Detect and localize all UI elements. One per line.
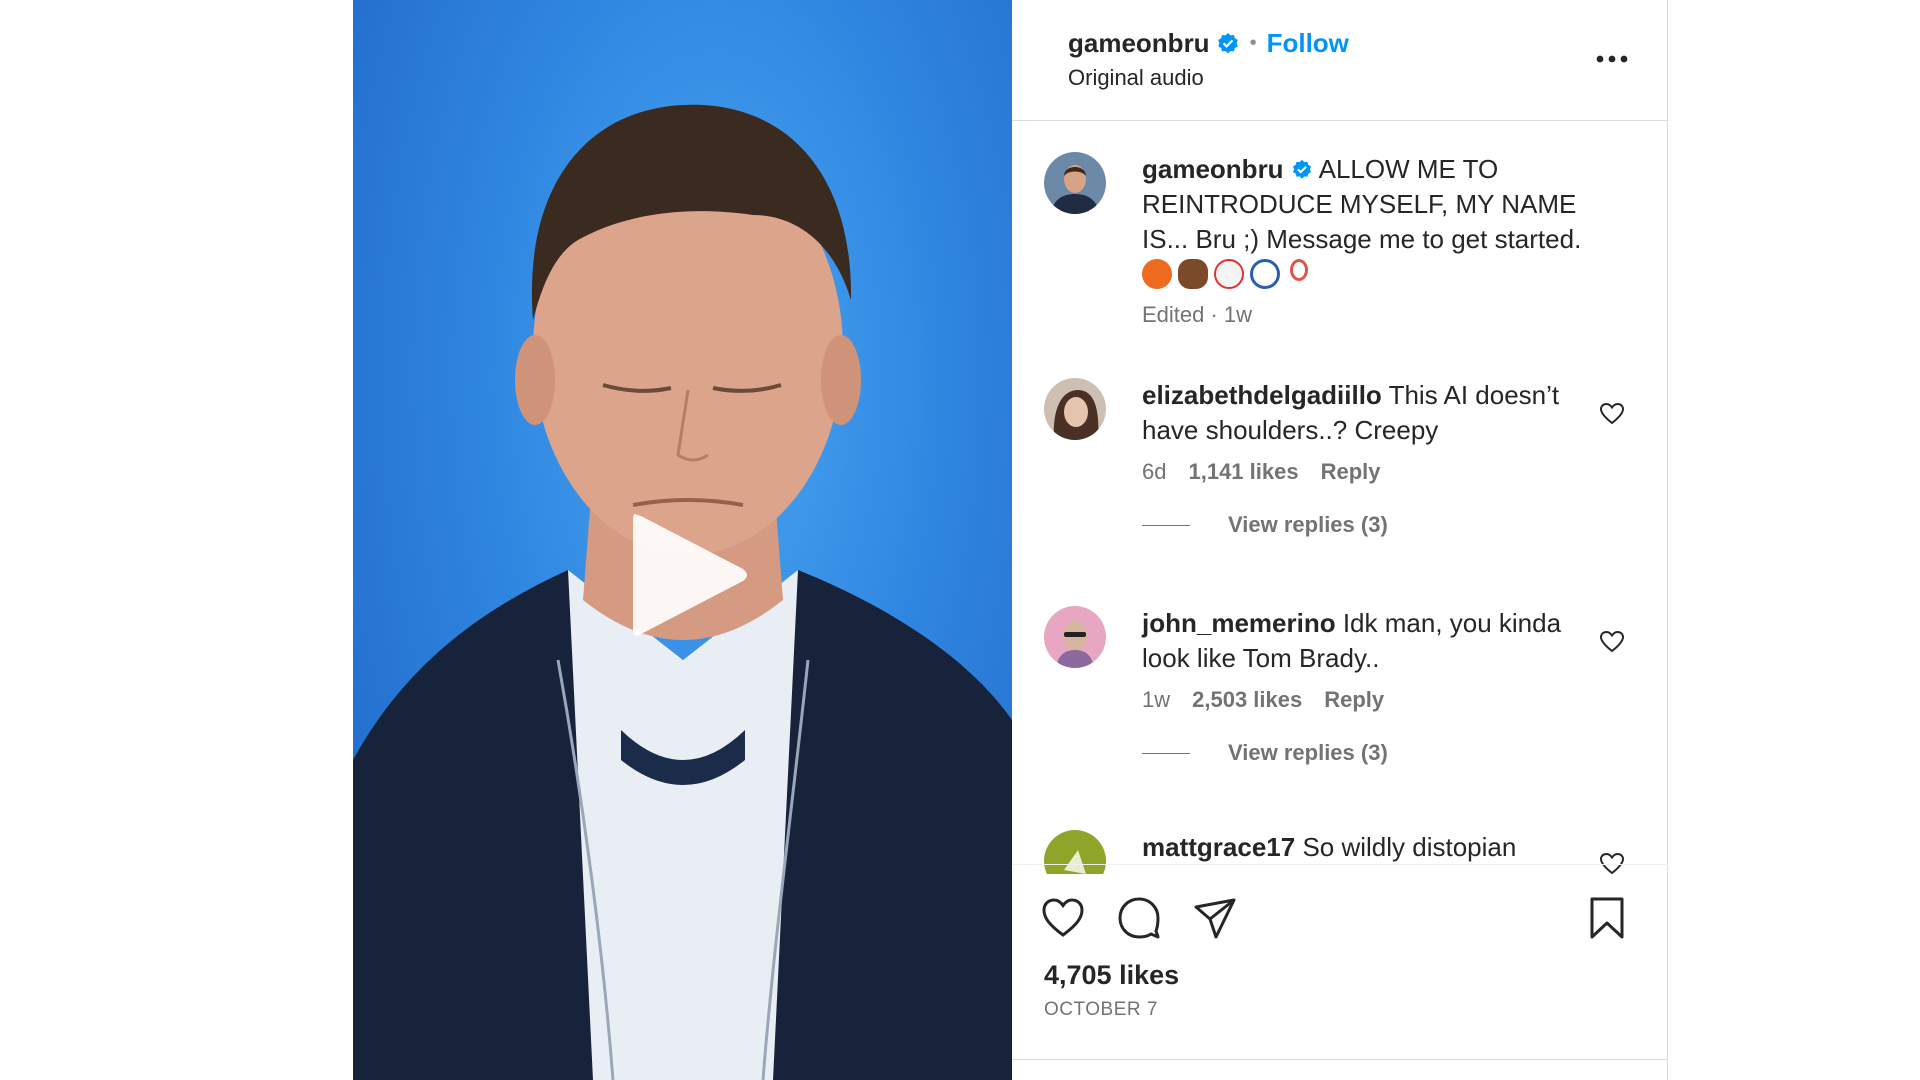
view-replies-label: View replies (3) — [1228, 512, 1388, 537]
replies-divider — [1142, 524, 1190, 526]
play-icon[interactable] — [623, 505, 753, 645]
reply-button[interactable]: Reply — [1324, 687, 1384, 713]
caption-avatar[interactable] — [1044, 152, 1106, 214]
basketball-icon — [1142, 259, 1172, 289]
verified-badge-icon — [1292, 159, 1311, 179]
view-replies-label: View replies (3) — [1228, 740, 1388, 765]
comment-age: 1w — [1142, 687, 1171, 712]
comment-meta: 1w 2,503 likes Reply — [1142, 687, 1384, 713]
comment-avatar[interactable] — [1044, 606, 1106, 668]
verified-badge-icon — [1217, 32, 1238, 53]
follow-button[interactable]: Follow — [1267, 28, 1349, 59]
caption-username[interactable]: gameonbru — [1142, 154, 1284, 184]
comment-text-block: mattgrace17 So wildly distopian — [1142, 830, 1612, 865]
post-likes-count[interactable]: 4,705 likes — [1044, 960, 1179, 991]
post-date: OCTOBER 7 — [1044, 999, 1158, 1020]
caption-emoji-row — [1142, 259, 1612, 289]
comment-username[interactable]: mattgrace17 — [1142, 832, 1295, 862]
comment-avatar[interactable] — [1044, 378, 1106, 440]
header-username[interactable]: gameonbru — [1068, 28, 1210, 59]
caption-meta: Edited · 1w — [1142, 302, 1252, 328]
reply-button[interactable]: Reply — [1321, 459, 1381, 485]
more-options-icon[interactable] — [1592, 44, 1632, 74]
caption-edited-time: Edited · 1w — [1142, 302, 1253, 327]
view-replies-button[interactable]: View replies (3) — [1142, 512, 1388, 538]
header-user-row: gameonbru • Follow — [1068, 28, 1349, 59]
comment-bubble-icon[interactable] — [1116, 895, 1162, 941]
comment-text-block: elizabethdelgadiillo This AI doesn’t hav… — [1142, 378, 1612, 448]
comment-meta: 6d 1,141 likes Reply — [1142, 459, 1381, 485]
american-football-icon — [1178, 259, 1208, 289]
reel-video[interactable] — [353, 0, 1012, 1080]
soccer-ball-icon — [1250, 259, 1280, 289]
badminton-icon — [1290, 259, 1308, 281]
comment-text-block: john_memerino Idk man, you kinda look li… — [1142, 606, 1612, 676]
view-replies-button[interactable]: View replies (3) — [1142, 740, 1388, 766]
like-comment-heart-icon[interactable] — [1599, 402, 1625, 426]
comment-age: 6d — [1142, 459, 1167, 484]
post-action-bar: 4,705 likes OCTOBER 7 — [1012, 864, 1668, 1060]
share-paper-plane-icon[interactable] — [1192, 895, 1238, 941]
like-comment-heart-icon[interactable] — [1599, 630, 1625, 654]
comment-username[interactable]: john_memerino — [1142, 608, 1336, 638]
header-separator: • — [1249, 32, 1257, 54]
original-audio-link[interactable]: Original audio — [1068, 65, 1204, 91]
like-heart-icon[interactable] — [1040, 895, 1086, 941]
replies-divider — [1142, 752, 1190, 754]
comment-username[interactable]: elizabethdelgadiillo — [1142, 380, 1382, 410]
comment-text: So wildly distopian — [1302, 832, 1517, 862]
baseball-icon — [1214, 259, 1244, 289]
post-details-panel: gameonbru • Follow Original audio gameon… — [1012, 0, 1668, 1080]
comments-list[interactable]: gameonbru ALLOW ME TO REINTRODUCE MYSELF… — [1012, 122, 1668, 874]
caption-text-block: gameonbru ALLOW ME TO REINTRODUCE MYSELF… — [1142, 152, 1612, 289]
save-bookmark-icon[interactable] — [1584, 895, 1630, 941]
comment-likes[interactable]: 2,503 likes — [1192, 687, 1302, 713]
post-header: gameonbru • Follow Original audio — [1012, 0, 1668, 121]
comment-likes[interactable]: 1,141 likes — [1188, 459, 1298, 485]
